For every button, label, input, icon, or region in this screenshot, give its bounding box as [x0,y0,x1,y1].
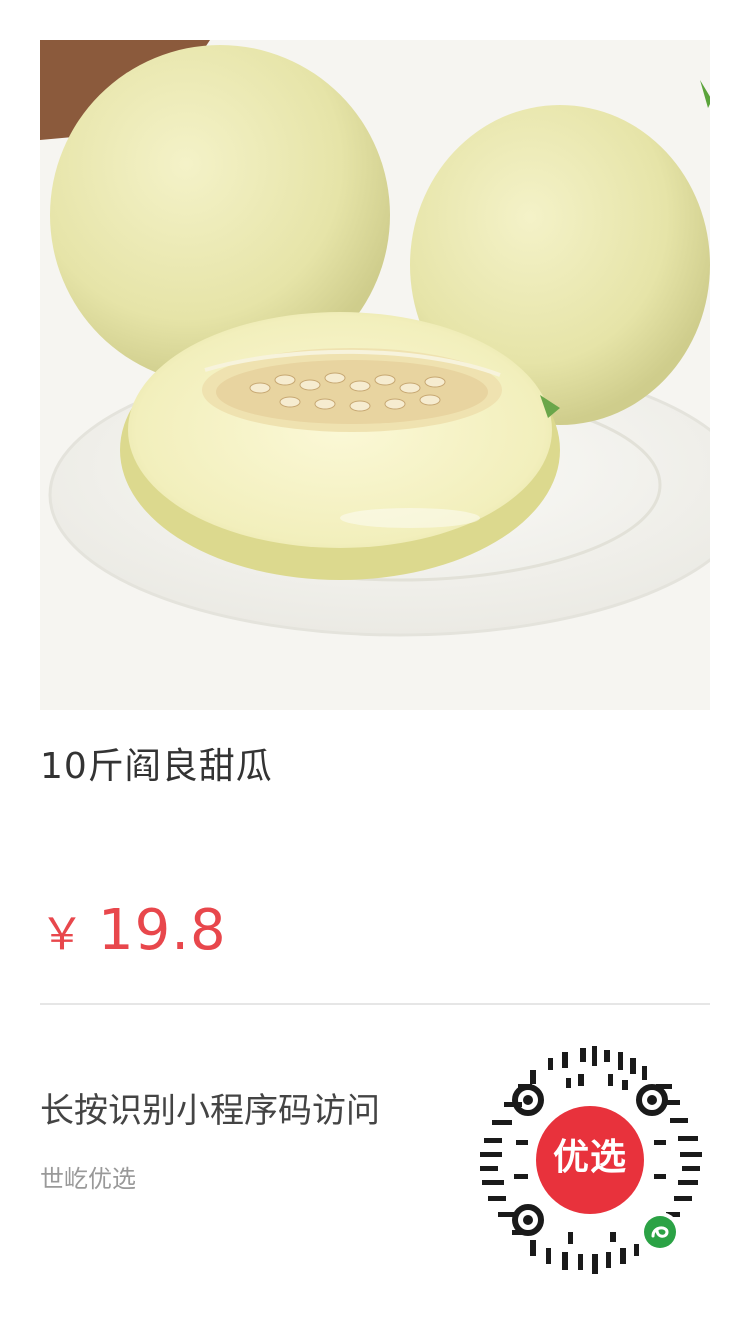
qr-hint-text: 长按识别小程序码访问 [40,1091,380,1131]
mini-program-qr-code[interactable]: 优选 [470,1040,710,1280]
price-value: 19.8 [98,898,227,963]
shop-name: 世屹优选 [40,1165,136,1193]
product-image [40,40,710,710]
price-currency: ￥ [40,909,84,960]
melon-illustration [40,40,710,710]
product-title: 10斤阎良甜瓜 [40,746,273,787]
price: ￥ 19.8 [40,898,227,963]
qr-logo-text: 优选 [552,1137,627,1178]
divider [40,1003,710,1005]
